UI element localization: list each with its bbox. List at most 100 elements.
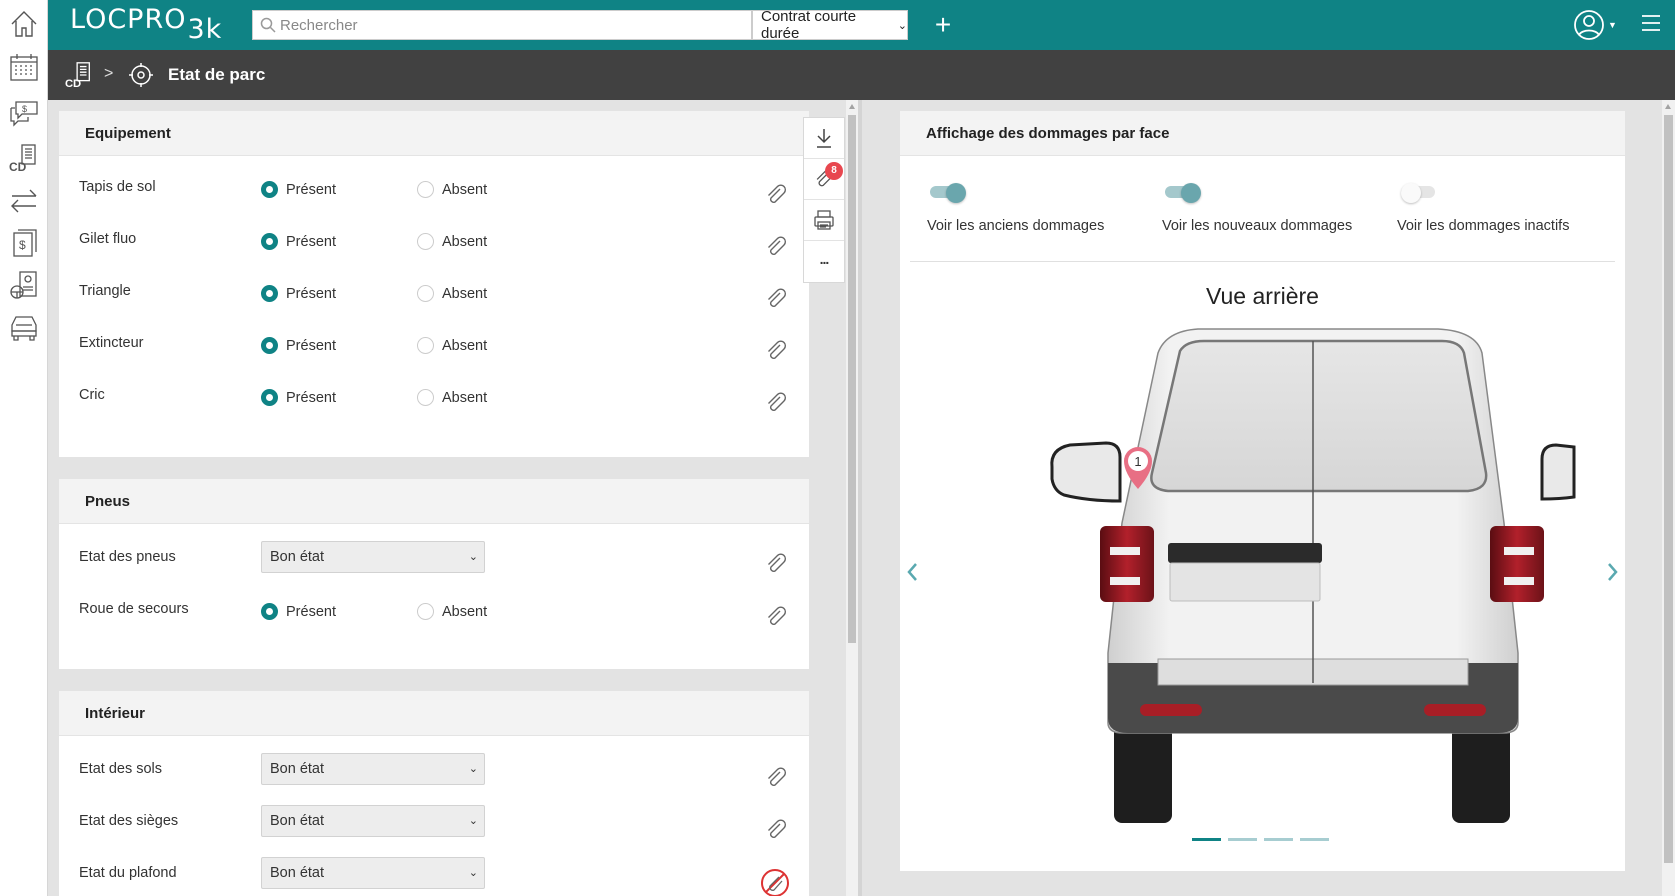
- toggle-label: Voir les nouveaux dommages: [1162, 218, 1353, 234]
- present-radio[interactable]: Présent: [261, 233, 336, 250]
- wheel-left: [1114, 723, 1172, 823]
- tail-lamp-right: [1490, 526, 1544, 602]
- svg-text:CD: CD: [65, 78, 81, 90]
- attachment-icon[interactable]: [764, 183, 788, 207]
- search-input[interactable]: [280, 12, 730, 38]
- row-label: Triangle: [79, 283, 131, 299]
- carousel-dot[interactable]: [1300, 838, 1329, 841]
- contract-type-value: Contrat courte durée: [761, 8, 857, 42]
- absent-radio[interactable]: Absent: [417, 603, 487, 620]
- attachment-icon[interactable]: [764, 391, 788, 415]
- absent-radio[interactable]: Absent: [417, 337, 487, 354]
- row-label: Tapis de sol: [79, 179, 156, 195]
- toggle-label: Voir les dommages inactifs: [1397, 218, 1570, 234]
- attachment-icon[interactable]: [764, 552, 788, 576]
- etat-pneus-row: Etat des pneus Bon état ⌄: [59, 541, 809, 589]
- contract-type-select[interactable]: Contrat courte durée ⌄: [752, 8, 908, 42]
- user-menu-button[interactable]: ▼: [1573, 8, 1621, 42]
- etat-pneus-select[interactable]: Bon état ⌄: [261, 541, 485, 573]
- carousel-indicators: [1192, 838, 1329, 841]
- attachment-icon[interactable]: [764, 339, 788, 363]
- anciens-dommages-toggle[interactable]: [930, 183, 966, 203]
- breadcrumb: CD > Etat de parc: [48, 50, 1675, 100]
- chevron-down-icon: ⌄: [897, 19, 907, 32]
- carousel-dot[interactable]: [1192, 838, 1221, 841]
- dommages-title: Affichage des dommages par face: [900, 111, 1625, 156]
- row-label: Etat des pneus: [79, 549, 176, 565]
- present-radio[interactable]: Présent: [261, 389, 336, 406]
- roue-secours-row: Roue de secours Présent Absent: [59, 601, 809, 641]
- absent-radio[interactable]: Absent: [417, 233, 487, 250]
- chevron-down-icon: ⌄: [468, 551, 478, 563]
- absent-radio[interactable]: Absent: [417, 285, 487, 302]
- equipement-row: Triangle Présent Absent: [59, 283, 809, 323]
- search-icon: [260, 17, 276, 33]
- pneus-panel: Pneus Etat des pneus Bon état ⌄ Roue de s…: [59, 479, 809, 669]
- column-divider: [858, 100, 862, 896]
- contract-icon[interactable]: CD: [64, 60, 94, 93]
- caret-down-icon: ▼: [1608, 20, 1617, 30]
- hamburger-icon[interactable]: [1640, 12, 1664, 36]
- attachments-button[interactable]: 8: [804, 159, 844, 200]
- svg-text:$: $: [19, 238, 26, 252]
- vehicle-rear-view[interactable]: 1: [1048, 323, 1578, 833]
- etat-select[interactable]: Bon état ⌄: [261, 857, 485, 889]
- wheel-right: [1452, 723, 1510, 823]
- left-scrollbar[interactable]: [846, 100, 858, 896]
- equipement-row: Extincteur Présent Absent: [59, 335, 809, 375]
- interieur-row: Etat du plafond Bon état ⌄: [59, 857, 809, 896]
- plus-icon[interactable]: +: [930, 10, 956, 40]
- chevron-left-icon[interactable]: [904, 559, 920, 585]
- transfer-icon[interactable]: [6, 183, 42, 219]
- svg-text:$: $: [22, 104, 27, 114]
- present-radio[interactable]: Présent: [261, 603, 336, 620]
- interieur-panel: Intérieur Etat des sols Bon état ⌄ Etat d…: [59, 691, 809, 896]
- row-label: Etat des sièges: [79, 813, 179, 829]
- download-button[interactable]: [804, 118, 844, 159]
- more-button[interactable]: ...: [804, 241, 844, 282]
- print-button[interactable]: [804, 200, 844, 241]
- chevron-down-icon: ⌄: [468, 815, 478, 827]
- attachment-icon[interactable]: [764, 287, 788, 311]
- chevron-down-icon: ⌄: [468, 867, 478, 879]
- absent-radio[interactable]: Absent: [417, 389, 487, 406]
- top-bar: LOCPRO3k Contrat courte durée ⌄ + ▼: [48, 0, 1675, 50]
- equipement-row: Gilet fluo Présent Absent: [59, 231, 809, 271]
- user-circle-icon: [1574, 10, 1604, 40]
- vehicle-icon[interactable]: [6, 309, 42, 345]
- inactifs-dommages-toggle[interactable]: [1401, 183, 1437, 203]
- more-icon: ...: [819, 250, 830, 267]
- equipement-row: Tapis de sol Présent Absent: [59, 179, 809, 219]
- present-radio[interactable]: Présent: [261, 285, 336, 302]
- present-radio[interactable]: Présent: [261, 181, 336, 198]
- driver-icon[interactable]: [6, 267, 42, 303]
- carousel-dot[interactable]: [1228, 838, 1257, 841]
- attachment-icon[interactable]: [764, 235, 788, 259]
- quote-icon[interactable]: $: [6, 94, 42, 130]
- attachment-icon[interactable]: [764, 818, 788, 842]
- toggle-label: Voir les anciens dommages: [927, 218, 1105, 234]
- nouveaux-dommages-toggle[interactable]: [1165, 183, 1201, 203]
- attachment-icon[interactable]: [764, 605, 788, 629]
- present-radio[interactable]: Présent: [261, 337, 336, 354]
- etat-select[interactable]: Bon état ⌄: [261, 805, 485, 837]
- carousel-dot[interactable]: [1264, 838, 1293, 841]
- search-box[interactable]: [252, 10, 752, 40]
- attachment-count-badge: 8: [825, 162, 843, 180]
- row-label: Extincteur: [79, 335, 144, 351]
- invoice-icon[interactable]: $: [6, 225, 42, 261]
- calendar-icon[interactable]: [6, 50, 42, 86]
- right-scrollbar[interactable]: [1662, 100, 1675, 896]
- row-label: Roue de secours: [79, 601, 189, 617]
- absent-radio[interactable]: Absent: [417, 181, 487, 198]
- mirror-left: [1050, 441, 1122, 503]
- download-icon: [817, 129, 831, 148]
- attachment-disabled-icon[interactable]: [760, 868, 790, 896]
- attachment-icon[interactable]: [764, 766, 788, 790]
- app-logo[interactable]: LOCPRO3k: [70, 4, 222, 45]
- home-icon[interactable]: [6, 6, 42, 42]
- interieur-row: Etat des sièges Bon état ⌄: [59, 805, 809, 853]
- chevron-right-icon[interactable]: [1605, 559, 1621, 585]
- etat-select[interactable]: Bon état ⌄: [261, 753, 485, 785]
- contract-icon[interactable]: CD: [6, 140, 42, 176]
